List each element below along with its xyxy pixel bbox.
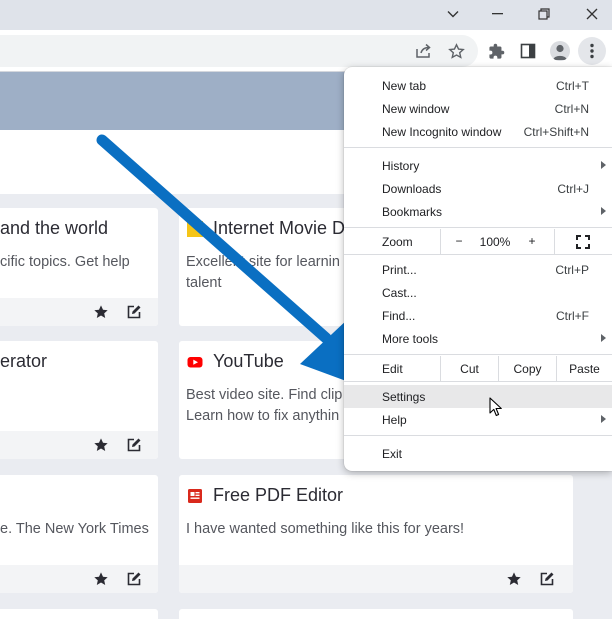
menu-item-label: History: [382, 159, 420, 173]
menu-item-label: New Incognito window: [382, 125, 502, 139]
menu-item-settings[interactable]: Settings: [344, 385, 612, 408]
menu-item-downloads[interactable]: Downloads Ctrl+J: [344, 177, 612, 200]
menu-item-label: Help: [382, 413, 407, 427]
menu-row-edit: Edit Cut Copy Paste: [344, 356, 612, 381]
menu-item-shortcut: Ctrl+J: [557, 182, 589, 196]
menu-item-label: More tools: [382, 332, 439, 346]
cut-button[interactable]: Cut: [441, 362, 498, 376]
menu-item-new-window[interactable]: New window Ctrl+N: [344, 97, 612, 120]
menu-row-zoom: Zoom − 100% +: [344, 229, 612, 254]
menu-item-shortcut: Ctrl+P: [555, 263, 589, 277]
menu-separator: [344, 254, 612, 255]
menu-item-find[interactable]: Find... Ctrl+F: [344, 304, 612, 327]
menu-separator: [344, 147, 612, 148]
submenu-arrow-icon: [601, 207, 606, 215]
menu-separator: [344, 227, 612, 228]
zoom-in-button[interactable]: +: [525, 234, 539, 248]
menu-item-shortcut: Ctrl+T: [556, 79, 589, 93]
fullscreen-icon[interactable]: [576, 235, 590, 249]
menu-item-label: Find...: [382, 309, 416, 323]
menu-item-label: Exit: [382, 447, 403, 461]
menu-item-print[interactable]: Print... Ctrl+P: [344, 258, 612, 281]
menu-separator: [344, 354, 612, 355]
menu-item-label: Downloads: [382, 182, 442, 196]
menu-item-label: Settings: [382, 390, 426, 404]
copy-button[interactable]: Copy: [499, 362, 556, 376]
paste-button[interactable]: Paste: [557, 362, 612, 376]
browser-main-menu: New tab Ctrl+T New window Ctrl+N New Inc…: [344, 67, 612, 471]
menu-item-history[interactable]: History: [344, 154, 612, 177]
menu-item-help[interactable]: Help: [344, 408, 612, 431]
menu-item-label: Bookmarks: [382, 205, 443, 219]
submenu-arrow-icon: [601, 334, 606, 342]
menu-divider: [554, 229, 555, 254]
menu-item-bookmarks[interactable]: Bookmarks: [344, 200, 612, 223]
mouse-cursor-icon: [489, 397, 502, 417]
menu-item-cast[interactable]: Cast...: [344, 281, 612, 304]
menu-item-label: Edit: [382, 362, 403, 376]
menu-item-new-tab[interactable]: New tab Ctrl+T: [344, 74, 612, 97]
menu-item-shortcut: Ctrl+Shift+N: [523, 125, 589, 139]
menu-item-shortcut: Ctrl+N: [554, 102, 589, 116]
menu-item-label: Print...: [382, 263, 417, 277]
submenu-arrow-icon: [601, 415, 606, 423]
menu-item-shortcut: Ctrl+F: [556, 309, 589, 323]
menu-item-label: New window: [382, 102, 450, 116]
menu-separator: [344, 381, 612, 382]
menu-item-label: Zoom: [382, 235, 413, 249]
menu-divider: [440, 229, 441, 254]
zoom-level: 100%: [479, 235, 511, 249]
menu-item-more-tools[interactable]: More tools: [344, 327, 612, 350]
menu-item-label: Cast...: [382, 286, 417, 300]
menu-item-label: New tab: [382, 79, 427, 93]
menu-item-exit[interactable]: Exit: [344, 442, 612, 465]
zoom-out-button[interactable]: −: [452, 234, 466, 248]
menu-separator: [344, 435, 612, 436]
submenu-arrow-icon: [601, 161, 606, 169]
menu-item-new-incognito-window[interactable]: New Incognito window Ctrl+Shift+N: [344, 120, 612, 143]
